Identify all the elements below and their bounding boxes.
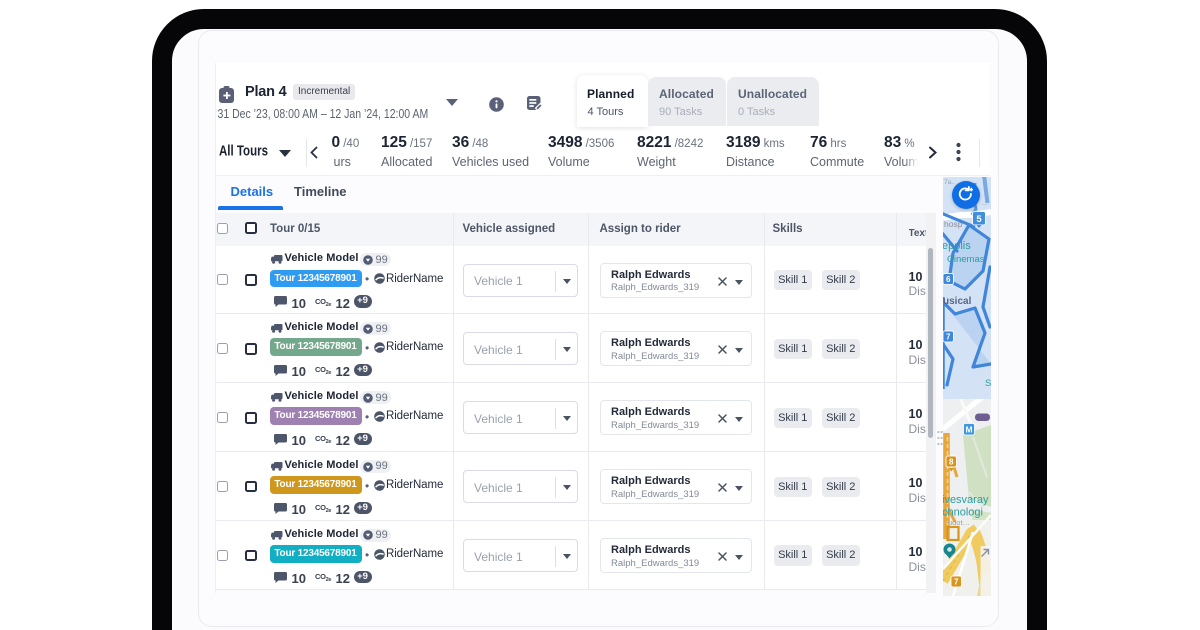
- svg-text:...: ...: [982, 200, 988, 207]
- svg-text:5: 5: [976, 214, 982, 225]
- svg-text:epolis: epolis: [943, 240, 971, 252]
- svg-text:7: 7: [946, 333, 951, 342]
- svg-text:8: 8: [949, 458, 954, 467]
- svg-text:•ɹdot…: •ɹdot…: [947, 518, 970, 527]
- svg-text:S: S: [985, 378, 991, 389]
- svg-text:ivesvaray: ivesvaray: [943, 494, 989, 506]
- svg-text:M: M: [965, 425, 972, 435]
- svg-text:Cinemas: Cinemas: [947, 254, 985, 265]
- svg-text:7a..: 7a..: [944, 179, 955, 186]
- svg-text:hosp: hosp: [944, 219, 963, 229]
- svg-text:usical: usical: [943, 296, 972, 307]
- svg-text:6: 6: [946, 275, 951, 284]
- svg-text:7: 7: [954, 578, 959, 587]
- svg-text:chnologi: chnologi: [943, 507, 983, 519]
